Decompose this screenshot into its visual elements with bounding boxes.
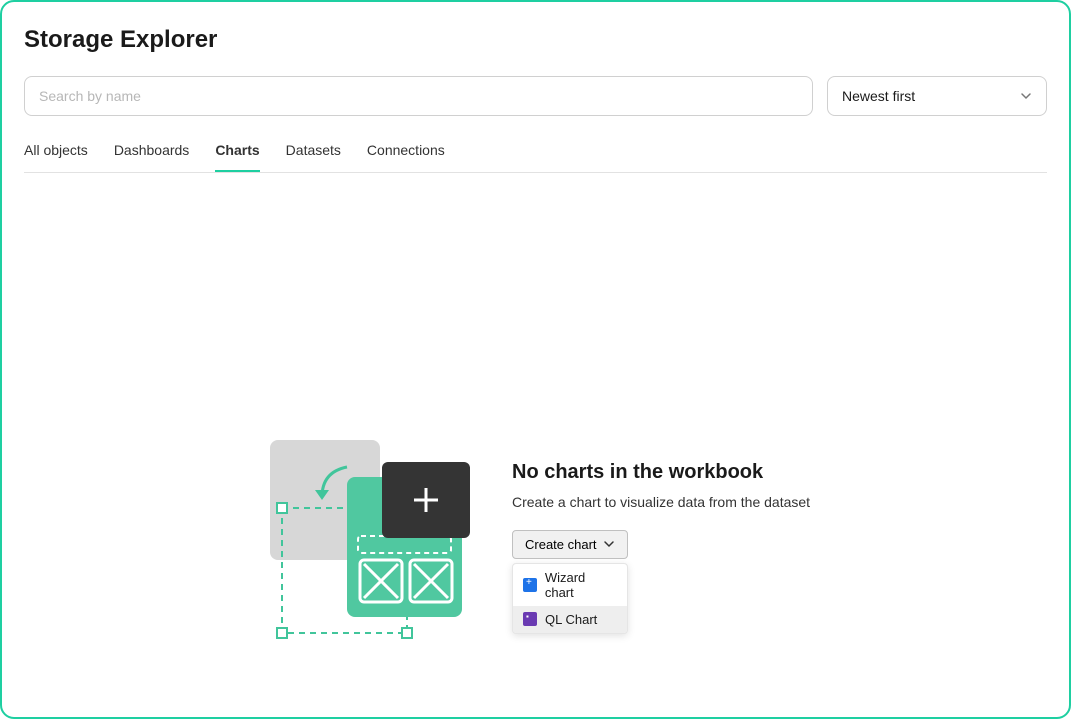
create-chart-menu: Wizard chart QL Chart [512, 563, 628, 634]
chevron-down-icon [603, 538, 615, 550]
empty-state: No charts in the workbook Create a chart… [252, 432, 810, 662]
empty-heading: No charts in the workbook [512, 461, 810, 484]
tabs: All objects Dashboards Charts Datasets C… [24, 138, 1047, 173]
empty-illustration [252, 432, 472, 662]
create-chart-label: Create chart [525, 537, 597, 552]
sort-selected-label: Newest first [842, 88, 915, 104]
menu-item-label: QL Chart [545, 612, 597, 627]
tab-datasets[interactable]: Datasets [286, 138, 341, 172]
controls-row: Newest first [24, 76, 1047, 116]
tab-charts[interactable]: Charts [215, 138, 259, 172]
sort-dropdown[interactable]: Newest first [827, 76, 1047, 116]
menu-item-ql-chart[interactable]: QL Chart [513, 606, 627, 633]
wizard-icon [523, 578, 537, 592]
empty-subtext: Create a chart to visualize data from th… [512, 494, 810, 510]
menu-item-wizard-chart[interactable]: Wizard chart [513, 564, 627, 606]
page-title: Storage Explorer [24, 26, 1047, 54]
empty-text: No charts in the workbook Create a chart… [512, 461, 810, 634]
menu-item-label: Wizard chart [545, 570, 617, 600]
tab-all-objects[interactable]: All objects [24, 138, 88, 172]
tab-connections[interactable]: Connections [367, 138, 445, 172]
chevron-down-icon [1020, 90, 1032, 102]
search-input[interactable] [24, 76, 813, 116]
create-chart-button[interactable]: Create chart [512, 530, 628, 559]
ql-icon [523, 612, 537, 626]
tab-dashboards[interactable]: Dashboards [114, 138, 190, 172]
